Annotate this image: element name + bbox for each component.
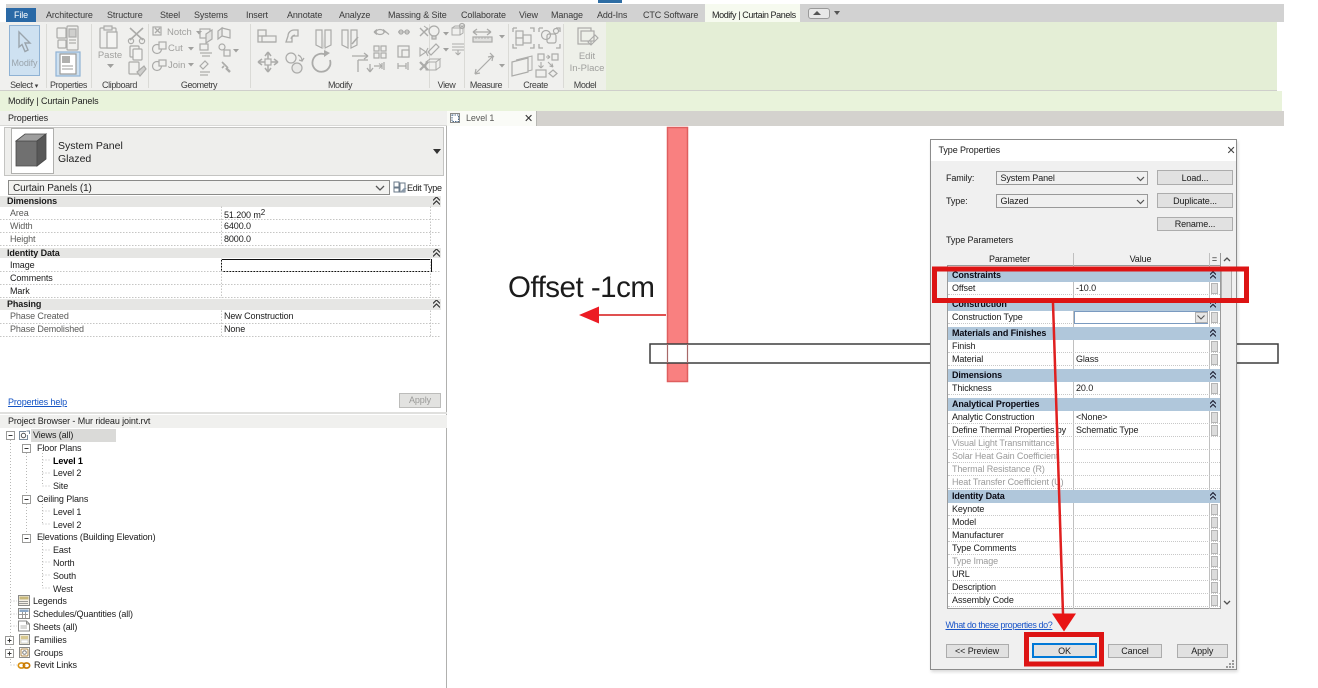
svg-text:Cut: Cut bbox=[168, 43, 183, 54]
svg-text:Edit: Edit bbox=[579, 51, 596, 62]
svg-text:Notch: Notch bbox=[167, 27, 192, 38]
svg-text:In-Place: In-Place bbox=[570, 63, 605, 74]
svg-text:Join: Join bbox=[168, 60, 185, 71]
svg-text:Offset -1cm: Offset -1cm bbox=[508, 271, 654, 304]
svg-text:Paste: Paste bbox=[98, 50, 122, 61]
